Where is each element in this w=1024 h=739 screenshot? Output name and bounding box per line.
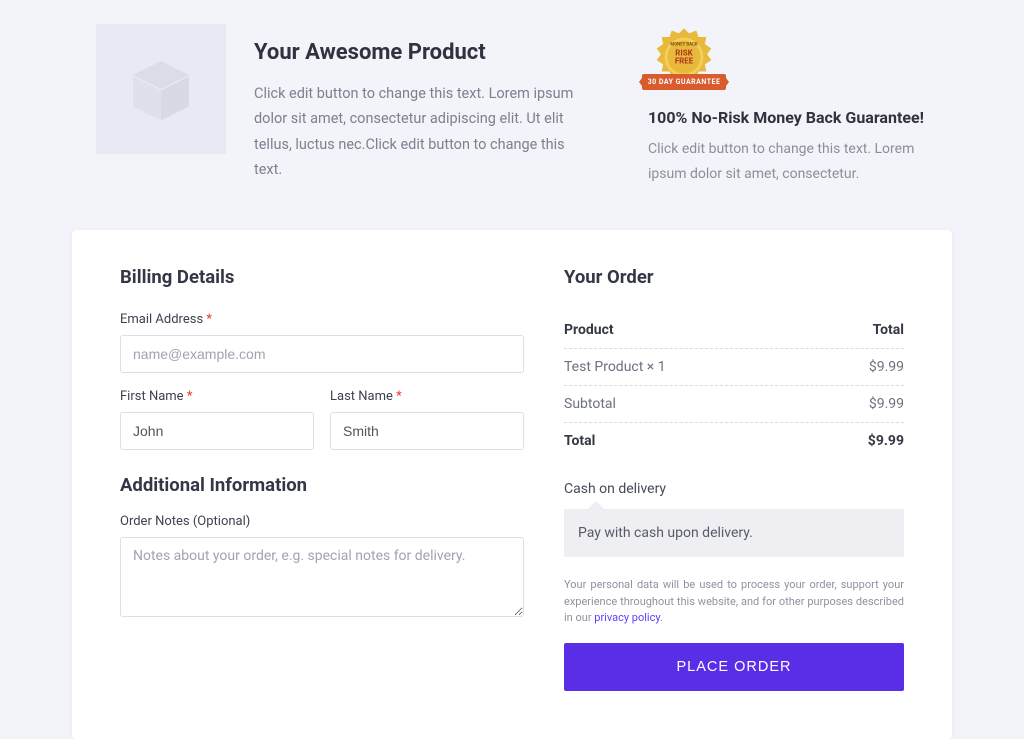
billing-heading: Billing Details (120, 266, 524, 288)
total-value: $9.99 (868, 433, 904, 449)
privacy-text: Your personal data will be used to proce… (564, 577, 904, 627)
svg-text:FREE: FREE (675, 57, 694, 66)
subtotal-value: $9.99 (869, 396, 904, 412)
product-description: Click edit button to change this text. L… (254, 81, 588, 183)
badge-ribbon: 30 DAY GUARANTEE (642, 74, 726, 90)
last-name-label: Last Name * (330, 389, 524, 404)
guarantee-title: 100% No-Risk Money Back Guarantee! (648, 108, 928, 127)
product-image-placeholder (96, 24, 226, 154)
order-header-row: Product Total (564, 312, 904, 349)
order-notes-field[interactable] (120, 537, 524, 617)
order-notes-label: Order Notes (Optional) (120, 514, 524, 529)
svg-text:MONEY BACK: MONEY BACK (670, 43, 697, 48)
email-label: Email Address * (120, 312, 524, 327)
guarantee-text: Click edit button to change this text. L… (648, 137, 928, 186)
checkout-card: Billing Details Email Address * First Na… (72, 230, 952, 739)
additional-heading: Additional Information (120, 474, 524, 496)
product-title: Your Awesome Product (254, 40, 588, 65)
col-product: Product (564, 322, 614, 338)
guarantee-badge: MONEY BACK RISK FREE 30 DAY GUARANTEE (648, 24, 720, 96)
order-heading: Your Order (564, 266, 904, 288)
order-total-row: Total $9.99 (564, 423, 904, 459)
box-icon (126, 54, 196, 124)
order-line-row: Test Product × 1 $9.99 (564, 349, 904, 386)
line-total: $9.99 (869, 359, 904, 375)
subtotal-label: Subtotal (564, 396, 616, 412)
col-total: Total (873, 322, 904, 338)
email-field[interactable] (120, 335, 524, 373)
order-subtotal-row: Subtotal $9.99 (564, 386, 904, 423)
first-name-field[interactable] (120, 412, 314, 450)
last-name-field[interactable] (330, 412, 524, 450)
payment-method-label: Cash on delivery (564, 481, 904, 497)
total-label: Total (564, 433, 595, 449)
privacy-policy-link[interactable]: privacy policy (594, 611, 660, 624)
payment-description: Pay with cash upon delivery. (564, 509, 904, 557)
first-name-label: First Name * (120, 389, 314, 404)
line-item: Test Product × 1 (564, 359, 666, 375)
